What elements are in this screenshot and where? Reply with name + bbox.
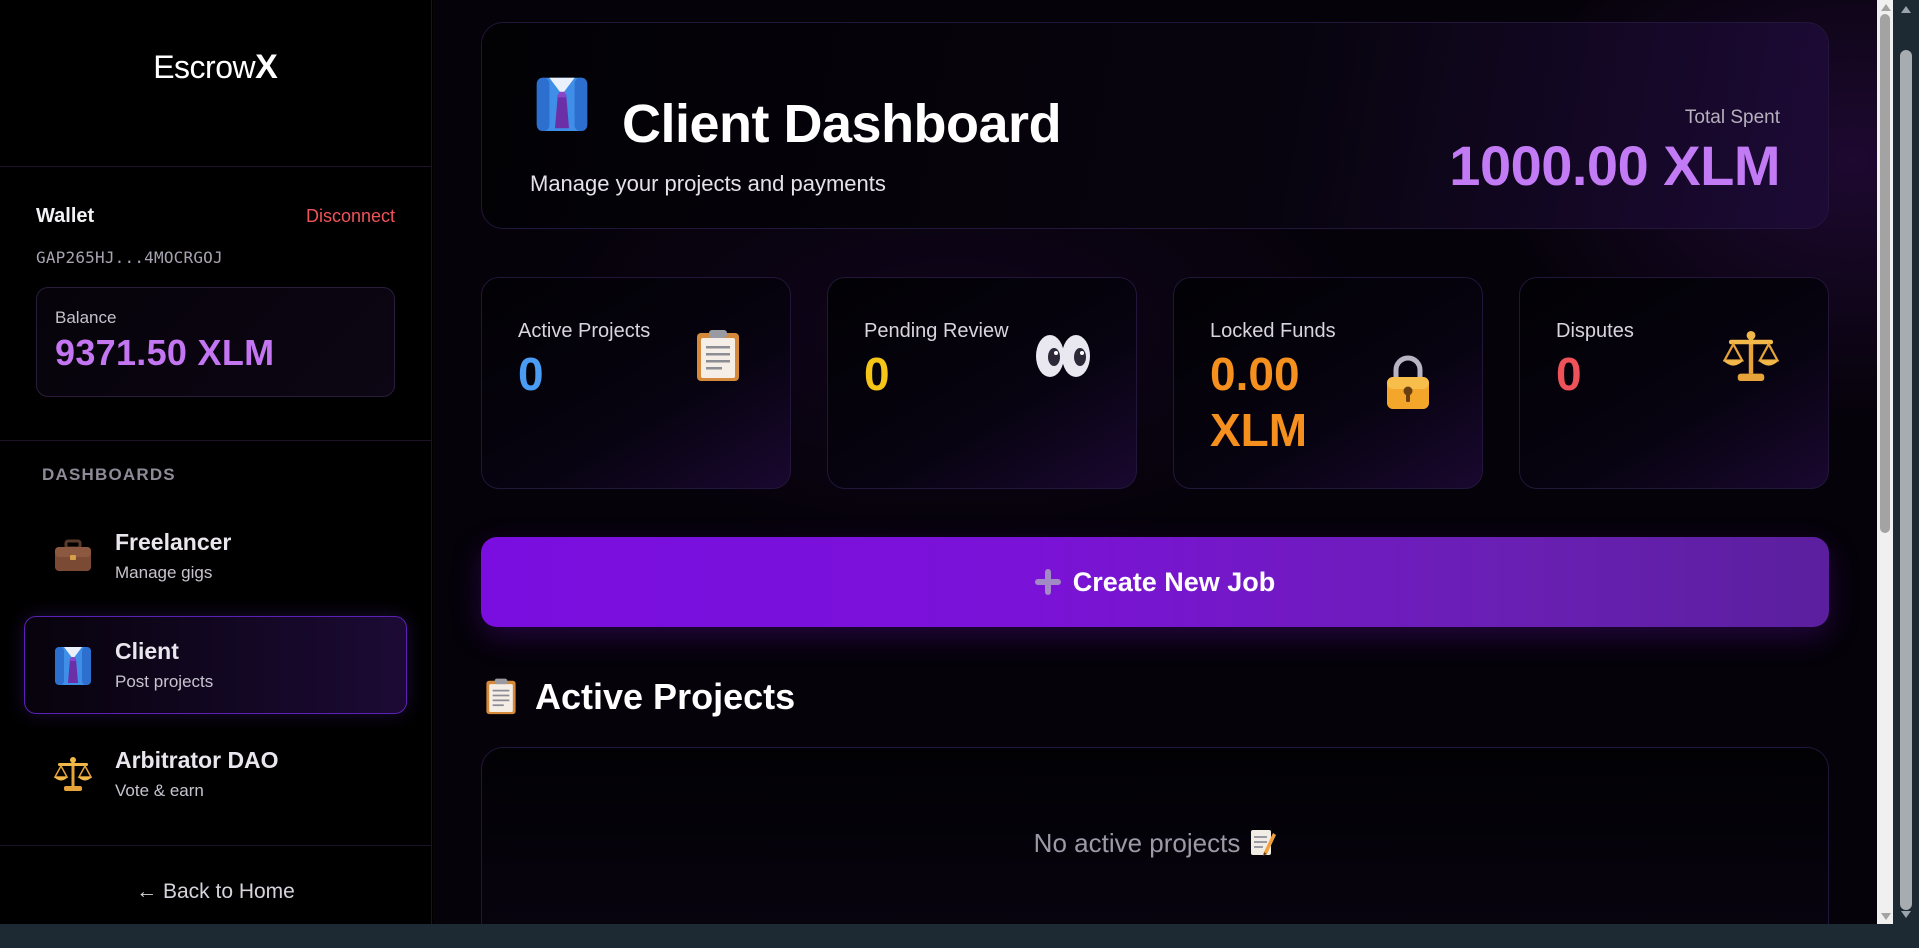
stat-value: 0 xyxy=(1556,348,1582,400)
dashboards-nav: DASHBOARDS Freelancer Manage gigs Client… xyxy=(0,441,431,846)
sidebar-item-label: Arbitrator DAO xyxy=(115,747,279,773)
scroll-thumb[interactable] xyxy=(1880,14,1890,533)
stat-card-pending-review: Pending Review 0 xyxy=(827,277,1137,489)
balance-label: Balance xyxy=(55,308,117,327)
page-subtitle: Manage your projects and payments xyxy=(530,171,886,196)
stat-value: 0 xyxy=(518,348,544,400)
page-scrollbar[interactable] xyxy=(1877,0,1893,924)
scroll-up-icon[interactable] xyxy=(1901,6,1911,13)
main-content: Client Dashboard Manage your projects an… xyxy=(433,0,1877,924)
sidebar-item-label: Freelancer xyxy=(115,529,232,555)
scroll-thumb[interactable] xyxy=(1900,50,1912,910)
stat-label: Pending Review xyxy=(864,320,1009,342)
sidebar-item-sub: Manage gigs xyxy=(115,563,213,582)
sidebar-item-sub: Post projects xyxy=(115,672,214,691)
sidebar-item-arbitrator[interactable]: Arbitrator DAO Vote & earn xyxy=(24,725,407,823)
scroll-down-icon[interactable] xyxy=(1901,911,1911,918)
total-spent-value: 1000.00 XLM xyxy=(1449,134,1780,197)
plus-icon xyxy=(1034,569,1061,595)
scroll-up-icon[interactable] xyxy=(1881,4,1891,11)
suit-icon xyxy=(534,75,594,135)
clipboard-icon xyxy=(695,328,747,384)
balance-card: Balance 9371.50 XLM xyxy=(36,287,395,397)
brand-mark: X xyxy=(255,47,278,86)
empty-state: No active projects xyxy=(482,828,1828,859)
stat-label: Locked Funds xyxy=(1210,320,1336,342)
section-title: Active Projects xyxy=(535,676,796,717)
stat-label: Active Projects xyxy=(518,320,651,342)
stat-label: Disputes xyxy=(1556,320,1634,342)
dashboard-header: Client Dashboard Manage your projects an… xyxy=(481,22,1829,229)
wallet-title: Wallet xyxy=(36,205,95,227)
memo-icon xyxy=(1250,828,1277,856)
disconnect-button[interactable]: Disconnect xyxy=(306,206,395,227)
scales-icon xyxy=(53,754,93,794)
suit-icon xyxy=(53,645,93,685)
create-job-button[interactable]: Create New Job xyxy=(481,537,1829,627)
sidebar-item-freelancer[interactable]: Freelancer Manage gigs xyxy=(24,507,407,605)
sidebar: Escrow X Wallet Disconnect GAP265HJ...4MO… xyxy=(0,0,432,924)
sidebar-item-label: Client xyxy=(115,638,179,664)
active-projects-heading: Active Projects xyxy=(485,676,795,718)
window-scrollbar[interactable] xyxy=(1893,0,1919,924)
stat-card-disputes: Disputes 0 xyxy=(1519,277,1829,489)
dashboards-heading: DASHBOARDS xyxy=(42,465,176,484)
active-projects-list: No active projects xyxy=(481,747,1829,924)
brand-logo[interactable]: Escrow X xyxy=(0,0,431,167)
balance-value: 9371.50 XLM xyxy=(55,332,275,373)
clipboard-icon xyxy=(485,677,519,717)
scales-icon xyxy=(1722,328,1780,384)
wallet-panel: Wallet Disconnect GAP265HJ...4MOCRGOJ Ba… xyxy=(0,167,431,441)
total-spent-label: Total Spent xyxy=(1684,107,1780,128)
empty-state-text: No active projects xyxy=(1033,828,1241,858)
lock-icon xyxy=(1385,355,1431,411)
stat-value: 0.00 XLM xyxy=(1210,348,1308,456)
brand-name: Escrow xyxy=(153,48,256,85)
stat-value: 0 xyxy=(864,348,890,400)
sidebar-item-sub: Vote & earn xyxy=(115,781,204,800)
stat-card-active-projects: Active Projects 0 xyxy=(481,277,791,489)
back-home-link[interactable]: ← Back to Home xyxy=(0,880,431,904)
briefcase-icon xyxy=(53,536,93,576)
sidebar-item-client[interactable]: Client Post projects xyxy=(24,616,407,714)
wallet-address: GAP265HJ...4MOCRGOJ xyxy=(36,248,223,267)
scroll-down-icon[interactable] xyxy=(1881,913,1891,920)
eyes-icon xyxy=(1034,333,1092,389)
create-job-label: Create New Job xyxy=(1072,566,1276,597)
stat-card-locked-funds: Locked Funds 0.00 XLM xyxy=(1173,277,1483,489)
bottom-bar xyxy=(0,924,1919,948)
page-title: Client Dashboard xyxy=(622,94,1062,154)
